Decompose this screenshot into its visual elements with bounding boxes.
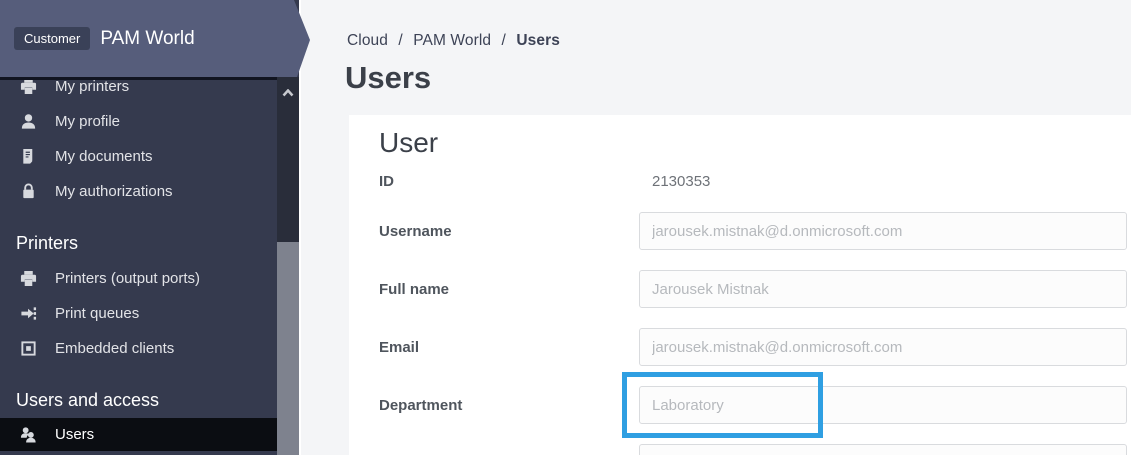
form-row-full-name: Full name <box>379 270 1131 308</box>
main-content: Cloud / PAM World / Users Users User ID … <box>299 0 1131 455</box>
field-label-email: Email <box>379 339 639 356</box>
sidebar-item-label: Users <box>55 426 94 443</box>
partial-input[interactable] <box>639 444 1127 455</box>
field-label-department: Department <box>379 397 639 414</box>
chevron-up-icon <box>282 84 294 102</box>
sidebar-item-my-profile[interactable]: My profile <box>0 104 277 139</box>
breadcrumb-separator: / <box>398 32 402 49</box>
sidebar-item-embedded-clients[interactable]: Embedded clients <box>0 331 277 366</box>
sidebar-item-label: My printers <box>55 78 129 95</box>
form-heading: User <box>379 127 1131 159</box>
sidebar-header-shadow <box>0 77 277 80</box>
sidebar-item-label: My documents <box>55 148 153 165</box>
user-detail-card: User ID 2130353 Username Full name Email… <box>349 115 1131 455</box>
embedded-client-icon <box>19 340 37 358</box>
sidebar-item-label: Printers (output ports) <box>55 270 200 287</box>
printer-icon <box>19 78 37 96</box>
field-label-id: ID <box>379 173 639 190</box>
field-label-username: Username <box>379 223 639 240</box>
sidebar-item-label: My authorizations <box>55 183 173 200</box>
sidebar-scrollbar[interactable] <box>277 77 299 455</box>
page-title: Users <box>345 60 431 96</box>
form-row-username: Username <box>379 212 1131 250</box>
users-icon <box>19 426 37 444</box>
department-input[interactable] <box>639 386 1127 424</box>
app-header: Customer PAM World <box>0 0 312 77</box>
form-row-id: ID 2130353 <box>379 173 1131 190</box>
person-icon <box>19 113 37 131</box>
sidebar-item-my-authorizations[interactable]: My authorizations <box>0 174 277 209</box>
form-row-email: Email <box>379 328 1131 366</box>
sidebar-item-label: Print queues <box>55 305 139 322</box>
app-window: My printers My profile My documents My a… <box>0 0 1131 455</box>
sidebar-item-label: My profile <box>55 113 120 130</box>
document-icon <box>19 148 37 166</box>
sidebar-item-print-queues[interactable]: Print queues <box>0 296 277 331</box>
lock-icon <box>19 183 37 201</box>
sidebar-section-users-and-access: Users and access <box>0 382 277 418</box>
form-row-next-partial <box>379 444 1131 455</box>
field-value-id: 2130353 <box>639 173 710 190</box>
sidebar-item-printers-output-ports[interactable]: Printers (output ports) <box>0 261 277 296</box>
scroll-up-button[interactable] <box>277 77 299 109</box>
form-row-department: Department <box>379 386 1131 424</box>
breadcrumb-pam-world[interactable]: PAM World <box>413 32 491 49</box>
printer-icon <box>19 270 37 288</box>
sidebar-item-my-documents[interactable]: My documents <box>0 139 277 174</box>
sidebar-nav: My printers My profile My documents My a… <box>0 69 277 451</box>
sidebar-item-label: Embedded clients <box>55 340 174 357</box>
full-name-input[interactable] <box>639 270 1127 308</box>
field-label-full-name: Full name <box>379 281 639 298</box>
breadcrumb: Cloud / PAM World / Users <box>347 32 560 50</box>
scrollbar-thumb[interactable] <box>277 242 299 455</box>
email-input[interactable] <box>639 328 1127 366</box>
username-input[interactable] <box>639 212 1127 250</box>
app-title: PAM World <box>100 28 194 50</box>
print-queue-icon <box>19 305 37 323</box>
breadcrumb-current: Users <box>516 32 560 49</box>
breadcrumb-cloud[interactable]: Cloud <box>347 32 388 49</box>
customer-badge: Customer <box>14 27 90 50</box>
sidebar-item-users[interactable]: Users <box>0 418 277 451</box>
breadcrumb-separator: / <box>502 32 506 49</box>
sidebar-section-printers: Printers <box>0 225 277 261</box>
